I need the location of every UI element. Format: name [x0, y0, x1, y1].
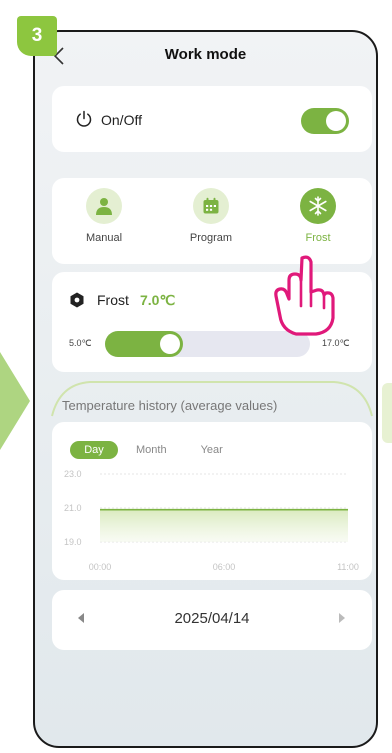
y-tick-label: 23.0 [64, 469, 82, 479]
mode-manual-icon-circle [86, 188, 122, 224]
mode-program-button[interactable]: Program [171, 188, 251, 244]
person-icon [96, 198, 112, 215]
power-icon [76, 110, 92, 127]
history-title: Temperature history (average values) [62, 398, 278, 413]
snowflake-icon [309, 196, 327, 216]
page-title: Work mode [164, 46, 247, 63]
slider-min-label: 5.0℃ [69, 338, 92, 348]
mode-manual-label: Manual [85, 232, 123, 244]
toggle-knob [326, 111, 346, 131]
mode-program-label: Program [189, 232, 233, 244]
x-tick-label: 00:00 [89, 562, 112, 572]
slider-knob[interactable] [160, 334, 180, 354]
frost-temperature-value: 7.0℃ [140, 292, 176, 308]
mode-frost-icon-circle [300, 188, 336, 224]
side-arrow-decoration [0, 352, 30, 450]
step-badge: 3 [17, 16, 57, 56]
date-label: 2025/04/14 [174, 610, 250, 627]
next-date-icon[interactable] [337, 612, 347, 624]
pointing-hand-icon [274, 255, 335, 336]
hexagon-icon [70, 292, 84, 308]
temperature-history-chart: 23.0 21.0 19.0 00:00 06:00 11:00 [64, 469, 359, 572]
tab-day[interactable]: Day [70, 441, 118, 459]
series-area [100, 509, 348, 542]
x-tick-label: 11:00 [337, 562, 359, 572]
tab-year[interactable]: Year [201, 441, 223, 459]
y-tick-label: 19.0 [64, 537, 82, 547]
step-number: 3 [31, 25, 43, 46]
tab-month[interactable]: Month [136, 441, 167, 459]
mode-manual-button[interactable]: Manual [64, 188, 144, 244]
power-toggle[interactable] [301, 108, 349, 134]
mode-frost-button[interactable]: Frost [278, 188, 358, 244]
side-tab-decoration [382, 383, 392, 443]
history-tabs: Day Month Year [70, 441, 223, 459]
slider-max-label: 17.0℃ [322, 338, 350, 348]
frost-label: Frost [97, 292, 129, 308]
calendar-icon [203, 197, 219, 214]
y-tick-label: 21.0 [64, 503, 82, 513]
mode-frost-label: Frost [305, 232, 331, 244]
power-label: On/Off [101, 112, 142, 128]
mode-program-icon-circle [193, 188, 229, 224]
x-tick-label: 06:00 [213, 562, 236, 572]
